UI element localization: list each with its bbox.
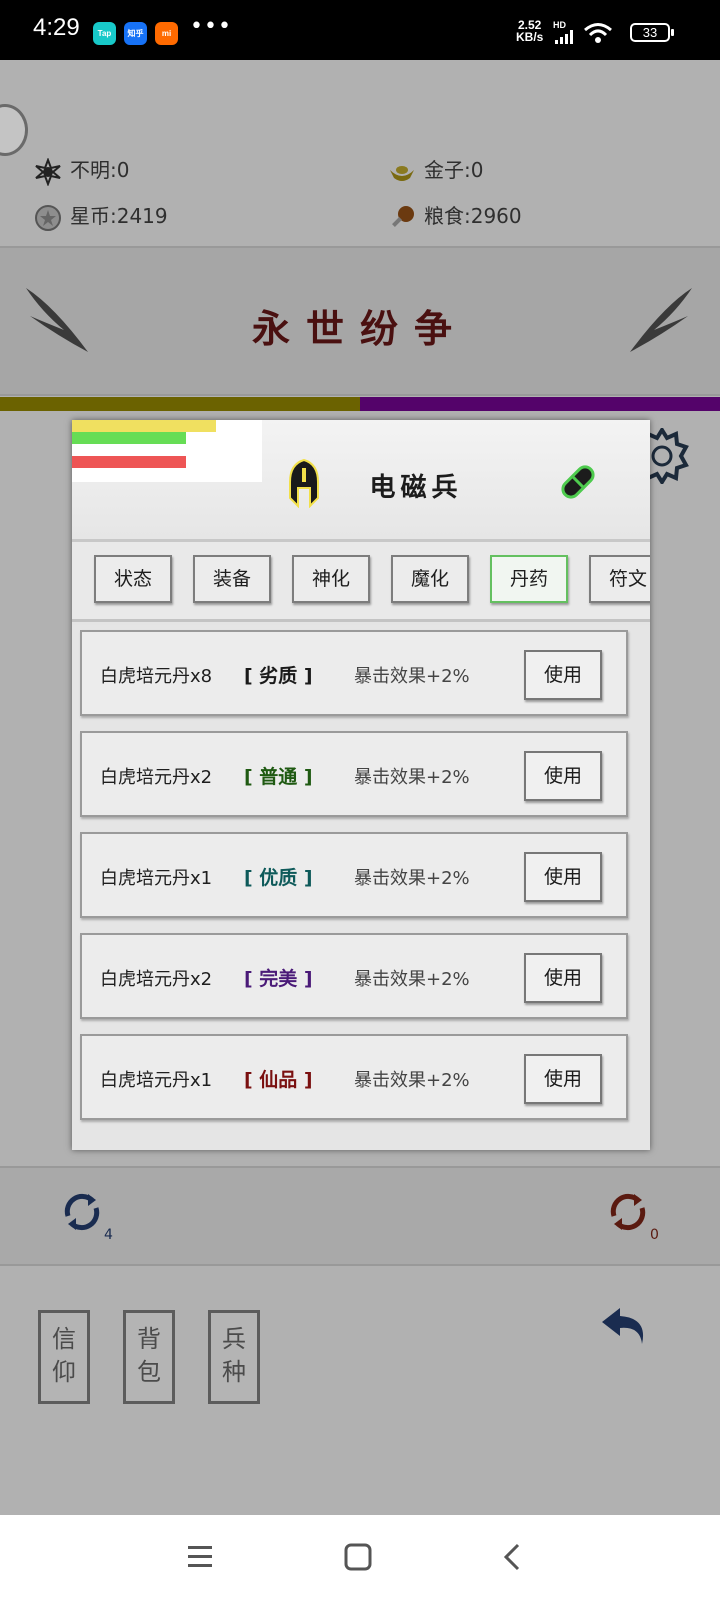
refresh-left-count: 4 bbox=[104, 1227, 113, 1243]
stat-bar-yellow bbox=[72, 420, 217, 432]
back-arrow-icon[interactable] bbox=[598, 1304, 652, 1350]
item-effect: 暴击效果+2% bbox=[354, 969, 470, 990]
faith-button-char-1: 信 bbox=[52, 1325, 76, 1353]
list-item: 白虎培元丹x1 [ 优质 ] 暴击效果+2% 使用 bbox=[80, 832, 628, 918]
resource-star-coins-label: 星币:2419 bbox=[70, 204, 168, 228]
gold-ingot-icon bbox=[390, 165, 414, 181]
item-name: 白虎培元丹x1 bbox=[100, 1070, 213, 1091]
swirl-icon bbox=[35, 157, 61, 186]
item-effect: 暴击效果+2% bbox=[354, 666, 470, 687]
item-grade: [ 仙品 ] bbox=[244, 1069, 313, 1091]
game-title: 永世纷争 bbox=[251, 306, 468, 351]
resource-food: 粮食:2960 bbox=[388, 200, 522, 232]
list-item: 白虎培元丹x2 [ 完美 ] 暴击效果+2% 使用 bbox=[80, 933, 628, 1019]
dialog-header: 电磁兵 bbox=[72, 420, 650, 542]
item-grade: [ 优质 ] bbox=[244, 867, 313, 889]
resource-food-label: 粮食:2960 bbox=[424, 204, 522, 228]
item-name: 白虎培元丹x2 bbox=[100, 767, 213, 788]
tab-equipment[interactable]: 装备 bbox=[193, 555, 271, 603]
refresh-right-count: 0 bbox=[650, 1227, 659, 1243]
hd-indicator: HD bbox=[553, 20, 566, 30]
use-button[interactable]: 使用 bbox=[524, 1054, 602, 1104]
pill-list: 白虎培元丹x8 [ 劣质 ] 暴击效果+2% 使用 白虎培元丹x2 [ 普通 ]… bbox=[72, 625, 650, 1150]
item-effect: 暴击效果+2% bbox=[354, 767, 470, 788]
resource-unknown-label: 不明:0 bbox=[70, 158, 130, 182]
back-icon[interactable] bbox=[494, 1537, 534, 1577]
item-grade: [ 普通 ] bbox=[244, 766, 313, 788]
menu-icon[interactable] bbox=[180, 1537, 220, 1577]
backpack-button[interactable]: 背 包 bbox=[123, 1310, 175, 1404]
home-icon[interactable] bbox=[338, 1537, 378, 1577]
player-progress-bar bbox=[0, 397, 720, 411]
item-name: 白虎培元丹x8 bbox=[100, 666, 213, 687]
use-button[interactable]: 使用 bbox=[524, 852, 602, 902]
resource-gold: 金子:0 bbox=[388, 154, 483, 186]
list-item: 白虎培元丹x8 [ 劣质 ] 暴击效果+2% 使用 bbox=[80, 630, 628, 716]
status-bar: 4:29 Tap 知乎 mi ••• 2.52 KB/s HD 33 bbox=[0, 0, 720, 60]
backpack-button-char-2: 包 bbox=[137, 1358, 161, 1386]
player-progress-fill bbox=[0, 397, 360, 411]
list-item: 白虎培元丹x1 [ 仙品 ] 暴击效果+2% 使用 bbox=[80, 1034, 628, 1120]
tab-pills[interactable]: 丹药 bbox=[490, 555, 568, 603]
unit-name: 电磁兵 bbox=[369, 473, 463, 503]
tab-status[interactable]: 状态 bbox=[94, 555, 172, 603]
xiaomi-app-icon: mi bbox=[155, 22, 178, 45]
item-grade: [ 完美 ] bbox=[244, 968, 313, 990]
network-speed-unit: KB/s bbox=[516, 30, 544, 44]
tab-deify[interactable]: 神化 bbox=[292, 555, 370, 603]
backpack-button-char-1: 背 bbox=[137, 1325, 161, 1353]
spartan-helmet-icon bbox=[289, 458, 319, 508]
dialog-tabs: 状态 装备 神化 魔化 丹药 符文 bbox=[72, 542, 650, 622]
pill-capsule-icon[interactable] bbox=[556, 460, 600, 504]
zhihu-app-icon: 知乎 bbox=[124, 22, 147, 45]
troops-button-char-1: 兵 bbox=[222, 1325, 246, 1353]
troops-button-char-2: 种 bbox=[222, 1358, 246, 1386]
stat-bar-green bbox=[72, 432, 186, 444]
list-item: 白虎培元丹x2 [ 普通 ] 暴击效果+2% 使用 bbox=[80, 731, 628, 817]
resource-star-coins: 星币:2419 bbox=[34, 200, 168, 232]
faith-button-char-2: 仰 bbox=[52, 1358, 76, 1386]
signal-icon bbox=[555, 30, 573, 44]
item-name: 白虎培元丹x1 bbox=[100, 868, 213, 889]
meat-drumstick-icon bbox=[392, 205, 414, 227]
item-grade: [ 劣质 ] bbox=[244, 665, 313, 687]
faith-button[interactable]: 信 仰 bbox=[38, 1310, 90, 1404]
troops-button[interactable]: 兵 种 bbox=[208, 1310, 260, 1404]
stat-bar-red bbox=[72, 456, 186, 468]
use-button[interactable]: 使用 bbox=[524, 953, 602, 1003]
use-button[interactable]: 使用 bbox=[524, 751, 602, 801]
star-coin-icon bbox=[35, 204, 61, 231]
tab-runes[interactable]: 符文 bbox=[589, 555, 650, 603]
system-nav-bar bbox=[0, 1515, 720, 1600]
refresh-left-icon[interactable] bbox=[60, 1190, 104, 1234]
battery-icon: 33 bbox=[630, 23, 674, 42]
unit-detail-dialog: 电磁兵 状态 装备 神化 魔化 丹药 符文 白虎培元丹x8 [ 劣质 ] 暴击效… bbox=[72, 420, 650, 1150]
item-effect: 暴击效果+2% bbox=[354, 868, 470, 889]
more-notifications-icon: ••• bbox=[190, 14, 232, 39]
taptap-app-icon: Tap bbox=[93, 22, 116, 45]
network-speed: 2.52 KB/s bbox=[516, 19, 543, 43]
use-button[interactable]: 使用 bbox=[524, 650, 602, 700]
resource-gold-label: 金子:0 bbox=[424, 158, 484, 182]
clock: 4:29 bbox=[33, 14, 80, 41]
unit-stat-bars bbox=[72, 420, 262, 482]
resource-unknown: 不明:0 bbox=[34, 154, 129, 186]
wifi-icon bbox=[584, 23, 612, 43]
tab-demonize[interactable]: 魔化 bbox=[391, 555, 469, 603]
item-name: 白虎培元丹x2 bbox=[100, 969, 213, 990]
refresh-right-icon[interactable] bbox=[606, 1190, 650, 1234]
item-effect: 暴击效果+2% bbox=[354, 1070, 470, 1091]
